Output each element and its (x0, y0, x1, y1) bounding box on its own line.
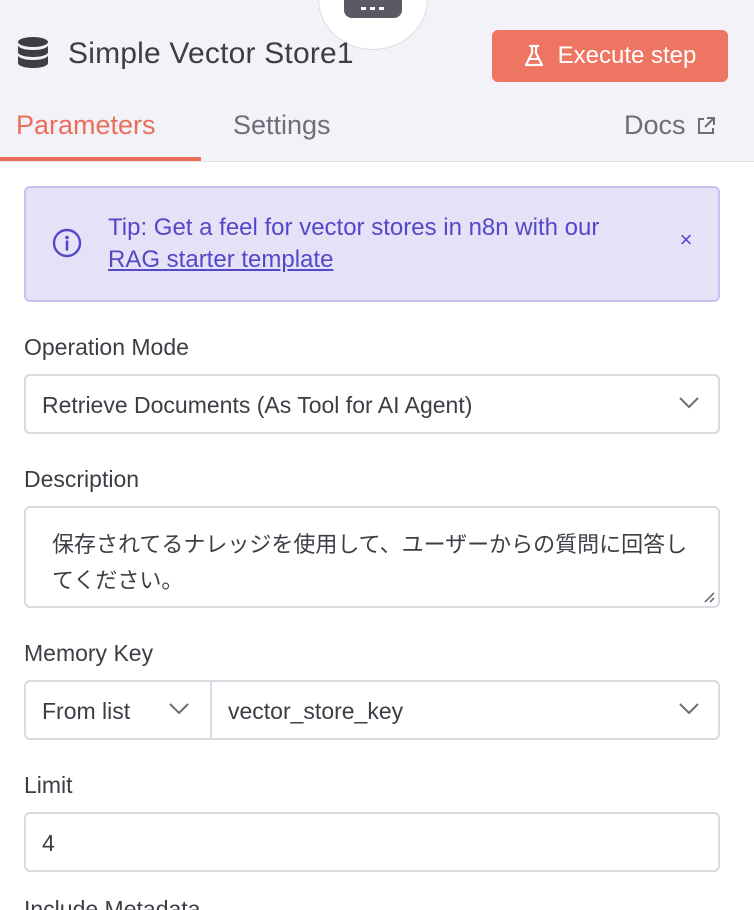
description-textarea[interactable]: 保存されてるナレッジを使用して、ユーザーからの質問に回答してください。 (24, 506, 720, 608)
operation-mode-select[interactable]: Retrieve Documents (As Tool for AI Agent… (24, 374, 720, 434)
memory-key-value: vector_store_key (228, 698, 404, 724)
tab-parameters[interactable]: Parameters (16, 110, 156, 141)
title-row: Simple Vector Store1 (16, 34, 354, 74)
flask-icon (524, 44, 543, 67)
node-title[interactable]: Simple Vector Store1 (68, 37, 354, 71)
memory-key-mode-value: From list (42, 698, 131, 724)
database-icon (18, 37, 48, 68)
tip-message: Tip: Get a feel for vector stores in n8n… (108, 214, 600, 241)
docs-label: Docs (624, 110, 686, 140)
chevron-down-icon (679, 703, 699, 715)
memory-key-field: From list vector_store_key (24, 680, 720, 740)
execute-step-label: Execute step (557, 42, 697, 69)
active-tab-indicator (0, 157, 201, 161)
include-metadata-label: Include Metadata (24, 896, 201, 910)
description-value: 保存されてるナレッジを使用して、ユーザーからの質問に回答してください。 (52, 533, 688, 594)
memory-key-select[interactable]: vector_store_key (212, 682, 718, 738)
chevron-down-icon (169, 703, 189, 715)
tip-text: Tip: Get a feel for vector stores in n8n… (108, 212, 658, 276)
resize-handle-icon[interactable] (701, 589, 715, 603)
close-tip-icon[interactable]: × (674, 228, 698, 252)
external-link-icon (697, 116, 715, 134)
info-icon (52, 228, 82, 258)
limit-value: 4 (42, 830, 55, 856)
limit-label: Limit (24, 772, 73, 798)
tip-callout: Tip: Get a feel for vector stores in n8n… (24, 186, 720, 302)
description-label: Description (24, 466, 140, 492)
chevron-down-icon (679, 397, 699, 409)
memory-key-label: Memory Key (24, 640, 154, 666)
limit-input[interactable]: 4 (24, 812, 720, 872)
execute-step-button[interactable]: Execute step (492, 30, 728, 82)
operation-mode-label: Operation Mode (24, 334, 189, 360)
memory-key-mode-select[interactable]: From list (26, 682, 210, 738)
tab-docs[interactable]: Docs (624, 110, 716, 141)
operation-mode-value: Retrieve Documents (As Tool for AI Agent… (42, 392, 473, 418)
ai-agent-icon (344, 0, 402, 18)
rag-template-link[interactable]: RAG starter template (108, 246, 333, 273)
tab-settings[interactable]: Settings (233, 110, 331, 141)
node-header: Simple Vector Store1 Execute step Parame… (0, 0, 754, 162)
